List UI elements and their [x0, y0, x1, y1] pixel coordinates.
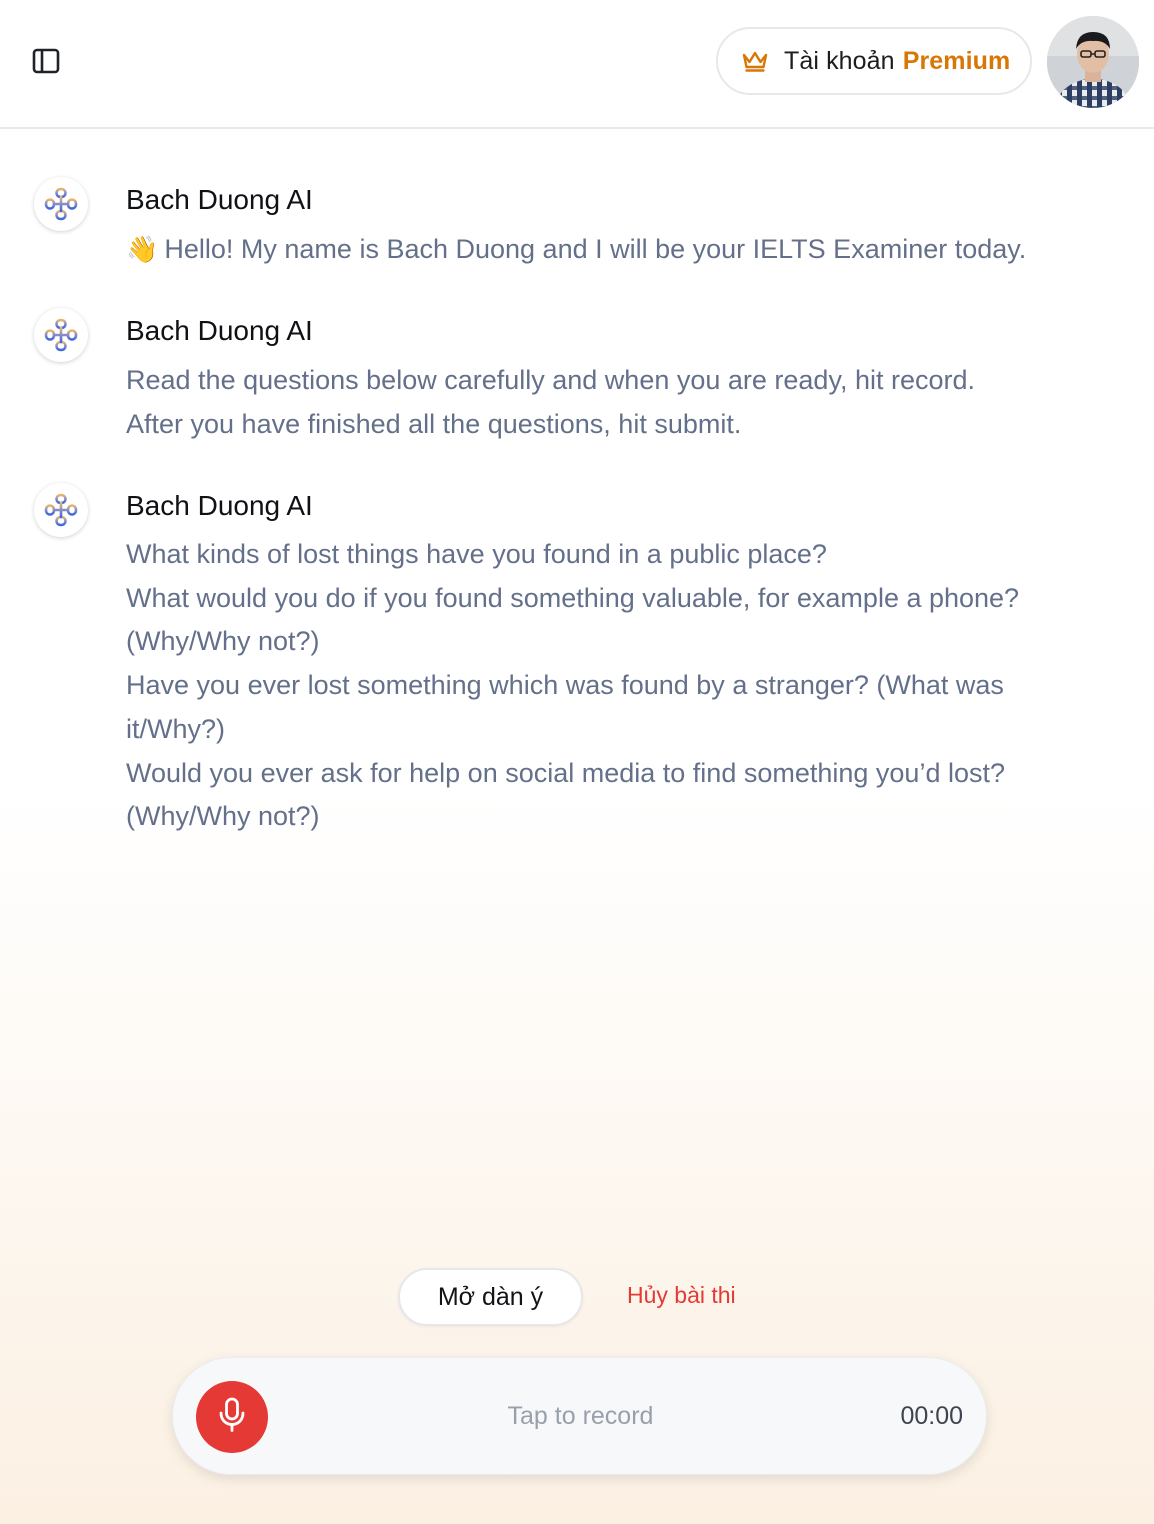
waving-hand-icon: 👋 [126, 234, 159, 264]
crown-icon [740, 46, 770, 76]
question-line: (Why/Why not?) [126, 626, 320, 657]
message-line: After you have finished all the question… [126, 408, 742, 439]
cancel-test-button[interactable]: Hủy bài thi [627, 1282, 736, 1309]
sidebar-toggle-icon[interactable] [28, 43, 64, 79]
question-line: What would you do if you found something… [126, 582, 1020, 613]
record-bar: Tap to record 00:00 [172, 1357, 987, 1475]
question-line: Have you ever lost something which was f… [126, 670, 1004, 701]
question-line: What kinds of lost things have you found… [126, 539, 827, 569]
premium-label-text: Tài khoản [784, 46, 895, 75]
bot-logo-icon [34, 483, 88, 537]
message-line: 👋 Hello! My name is Bach Duong and I will… [126, 228, 1116, 272]
top-bar: Tài khoản Premium [0, 0, 1154, 129]
message-line-text: Hello! My name is Bach Duong and I will … [164, 234, 1027, 264]
record-timer: 00:00 [900, 1402, 963, 1430]
premium-account-button[interactable]: Tài khoản Premium [716, 27, 1032, 95]
question-line: it/Why?) [126, 713, 226, 744]
message-text: 👋 Hello! My name is Bach Duong and I will… [126, 228, 1116, 272]
bot-logo-icon [34, 308, 88, 362]
sender-name: Bach Duong AI [126, 184, 313, 215]
message-text: What kinds of lost things have you found… [126, 533, 1116, 839]
premium-label: Tài khoản Premium [784, 47, 1010, 76]
sender-name: Bach Duong AI [126, 490, 313, 521]
question-line: Would you ever ask for help on social me… [126, 757, 1005, 788]
record-hint: Tap to record [507, 1402, 654, 1430]
user-avatar[interactable] [1047, 16, 1139, 108]
bot-logo-icon [34, 177, 88, 231]
sender-name: Bach Duong AI [126, 315, 313, 346]
message-text: Read the questions below carefully and w… [126, 359, 1116, 446]
open-outline-button[interactable]: Mở dàn ý [398, 1268, 583, 1326]
message-line: Read the questions below carefully and w… [126, 365, 975, 395]
question-line: (Why/Why not?) [126, 801, 320, 832]
premium-accent-text: Premium [902, 46, 1011, 75]
